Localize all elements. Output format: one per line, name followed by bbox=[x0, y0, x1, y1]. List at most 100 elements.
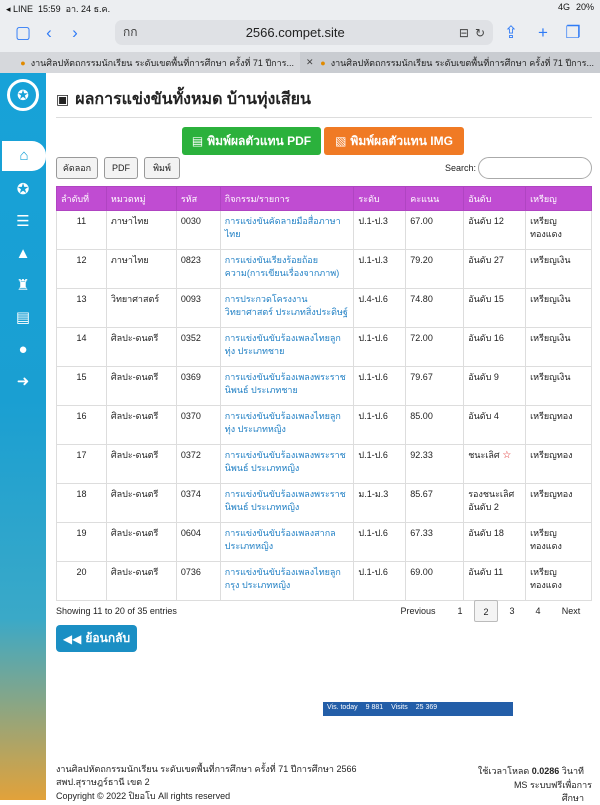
table-cell: 0604 bbox=[175, 522, 221, 562]
cell-text: 79.67 bbox=[410, 372, 433, 382]
cell-text: อันดับ 15 bbox=[468, 294, 504, 304]
activity-link[interactable]: การแข่งขันเรียงร้อยถ้อยความ(การเขียนเรื่… bbox=[219, 249, 355, 289]
cell-text: เหรียญเงิน bbox=[530, 294, 571, 304]
cell-text: อันดับ 16 bbox=[468, 333, 504, 343]
activity-link[interactable]: การแข่งขันขับร้องเพลงพระราชนิพนธ์ ประเภท… bbox=[219, 366, 355, 406]
table-cell: ป.1-ป.3 bbox=[353, 249, 407, 289]
print-img-button[interactable]: ▧ พิมพ์ผลตัวแทน IMG bbox=[324, 127, 464, 155]
cell-text: 69.00 bbox=[410, 567, 433, 577]
cell-text: 13 bbox=[76, 294, 87, 304]
graduation-cap-icon[interactable]: ▲ bbox=[0, 239, 46, 269]
cell-text: การแข่งขันขับร้องเพลงพระราชนิพนธ์ ประเภท… bbox=[224, 450, 346, 473]
status-date: อา. 24 ธ.ค. bbox=[65, 4, 111, 14]
cell-text: 85.00 bbox=[410, 411, 433, 421]
column-header[interactable]: หมวดหมู่ bbox=[105, 186, 177, 211]
activity-link[interactable]: การแข่งขันขับร้องเพลงพระราชนิพนธ์ ประเภท… bbox=[219, 483, 355, 523]
extension-icon[interactable]: ⊟ bbox=[459, 26, 469, 40]
cell-text: 0374 bbox=[180, 489, 201, 499]
cell-text: เหรียญเงิน bbox=[530, 255, 571, 265]
forward-arrow-icon[interactable]: › bbox=[62, 23, 88, 43]
back-button[interactable]: ◀◀ ย้อนกลับ bbox=[56, 625, 137, 652]
activity-link[interactable]: การแข่งขันขับร้องเพลงไทยลูกทุ่ง ประเภทหญ… bbox=[219, 405, 355, 445]
book-icon[interactable]: ▤ bbox=[0, 303, 46, 333]
cell-text: 0369 bbox=[180, 372, 201, 382]
next-page-button[interactable]: Next bbox=[554, 600, 588, 622]
column-header[interactable]: เหรียญ bbox=[525, 186, 592, 211]
table-row: 11 ภาษาไทย 0030 การแข่งขันคัดลายมือสื่อภาษา… bbox=[56, 210, 592, 250]
print-pdf-button[interactable]: ▤ พิมพ์ผลตัวแทน PDF bbox=[182, 127, 321, 155]
table-cell: ภาษาไทย bbox=[105, 249, 177, 289]
site-favicon-icon: ● bbox=[20, 57, 26, 68]
share-icon[interactable]: ⇪ bbox=[498, 23, 524, 43]
sidebar-toggle-icon[interactable]: ▢ bbox=[10, 23, 36, 43]
cell-text: ม.1-ม.3 bbox=[358, 489, 389, 499]
url-text: 2566.compet.site bbox=[245, 25, 345, 40]
table-cell: ศิลปะ-ดนตรี bbox=[105, 483, 177, 523]
reader-text-label[interactable]: กก bbox=[123, 23, 138, 42]
cell-text: ป.1-ป.6 bbox=[358, 372, 388, 382]
entries-info: Showing 11 to 20 of 35 entries bbox=[56, 606, 177, 616]
table-cell: 12 bbox=[56, 249, 107, 289]
table-cell: 79.20 bbox=[405, 249, 465, 289]
column-header[interactable]: รหัส bbox=[175, 186, 221, 211]
activity-link[interactable]: การแข่งขันขับร้องเพลงไทยลูกกรุง ประเภทหญ… bbox=[219, 561, 355, 601]
column-header[interactable]: ลำดับที่ bbox=[56, 186, 107, 211]
tabs-overview-icon[interactable]: ❐ bbox=[560, 23, 586, 43]
activity-link[interactable]: การแข่งขันขับร้องเพลงสากล ประเภทหญิง bbox=[219, 522, 355, 562]
tab-2[interactable]: ✕ ● งานศิลปหัตถกรรมนักเรียน ระดับเขตพื้นที… bbox=[300, 52, 600, 73]
cell-text: อันดับ 4 bbox=[468, 411, 499, 421]
search-input[interactable] bbox=[478, 157, 592, 179]
home-icon[interactable]: ⌂ bbox=[2, 141, 46, 171]
page-2-button[interactable]: 2 bbox=[474, 600, 498, 622]
status-bar: ◂ LINE 15:59 อา. 24 ธ.ค. 4G 20% bbox=[0, 0, 600, 14]
user-icon[interactable]: ● bbox=[0, 335, 46, 365]
cell-text: 79.20 bbox=[410, 255, 433, 265]
cell-text: การแข่งขันขับร้องเพลงพระราชนิพนธ์ ประเภท… bbox=[224, 372, 346, 395]
tab-label: งานศิลปหัตถกรรมนักเรียน ระดับเขตพื้นที่ก… bbox=[330, 57, 594, 68]
new-tab-icon[interactable]: + bbox=[530, 23, 556, 43]
visit-counter[interactable]: Vis. today 9 881 Visits 25 369 bbox=[323, 702, 513, 716]
table-cell: ป.1-ป.6 bbox=[353, 327, 407, 367]
column-header[interactable]: กิจกรรม/รายการ bbox=[219, 186, 355, 211]
cell-text: ศิลปะ-ดนตรี bbox=[110, 489, 159, 499]
back-arrow-icon[interactable]: ‹ bbox=[36, 23, 62, 43]
search-label: Search: bbox=[445, 163, 477, 173]
page-4-button[interactable]: 4 bbox=[526, 600, 550, 622]
table-row: 18 ศิลปะ-ดนตรี 0374 การแข่งขันขับร้องเพลงพร… bbox=[56, 483, 592, 523]
reload-icon[interactable]: ↻ bbox=[475, 26, 485, 40]
column-header[interactable]: ระดับ bbox=[353, 186, 407, 211]
cell-text: 74.80 bbox=[410, 294, 433, 304]
print-button[interactable]: พิมพ์ bbox=[144, 157, 180, 179]
page-1-button[interactable]: 1 bbox=[448, 600, 472, 622]
table-cell: อันดับ 12 bbox=[463, 210, 527, 250]
award-icon[interactable]: ✪ bbox=[0, 175, 46, 205]
cell-text: ศิลปะ-ดนตรี bbox=[110, 567, 159, 577]
activity-link[interactable]: การประกวดโครงงานวิทยาศาสตร์ ประเภทสิ่งปร… bbox=[219, 288, 355, 328]
activity-link[interactable]: การแข่งขันขับร้องเพลงไทยลูกทุ่ง ประเภทชา… bbox=[219, 327, 355, 367]
list-icon[interactable]: ☰ bbox=[0, 207, 46, 237]
table-cell: ศิลปะ-ดนตรี bbox=[105, 522, 177, 562]
column-header[interactable]: อันดับ bbox=[463, 186, 527, 211]
tab-label: งานศิลปหัตถกรรมนักเรียน ระดับเขตพื้นที่ก… bbox=[30, 57, 294, 68]
cell-text: เหรียญเงิน bbox=[530, 333, 571, 343]
cell-text: 67.33 bbox=[410, 528, 433, 538]
table-cell: รองชนะเลิศอันดับ 2 bbox=[463, 483, 527, 523]
back-to-app[interactable]: ◂ LINE bbox=[6, 4, 33, 14]
activity-link[interactable]: การแข่งขันคัดลายมือสื่อภาษาไทย bbox=[219, 210, 355, 250]
activity-link[interactable]: การแข่งขันขับร้องเพลงพระราชนิพนธ์ ประเภท… bbox=[219, 444, 355, 484]
footer-free-text-2: ศึกษา bbox=[561, 793, 584, 803]
close-icon[interactable]: ✕ bbox=[306, 57, 315, 68]
column-header[interactable]: คะแนน bbox=[405, 186, 465, 211]
copy-button[interactable]: คัดลอก bbox=[56, 157, 98, 179]
sign-in-icon[interactable]: ➜ bbox=[0, 367, 46, 397]
tab-1[interactable]: ● งานศิลปหัตถกรรมนักเรียน ระดับเขตพื้นที่… bbox=[0, 52, 300, 73]
table-cell: 92.33 bbox=[405, 444, 465, 484]
pdf-export-button[interactable]: PDF bbox=[104, 157, 138, 179]
trophy-icon[interactable]: ♜ bbox=[0, 271, 46, 301]
page-3-button[interactable]: 3 bbox=[500, 600, 524, 622]
cell-text: 15 bbox=[76, 372, 87, 382]
address-bar[interactable]: กก 2566.compet.site ⊟ ↻ bbox=[115, 20, 493, 45]
table-cell: อันดับ 4 bbox=[463, 405, 527, 445]
table-cell: 13 bbox=[56, 288, 107, 328]
previous-page-button[interactable]: Previous bbox=[396, 600, 440, 622]
